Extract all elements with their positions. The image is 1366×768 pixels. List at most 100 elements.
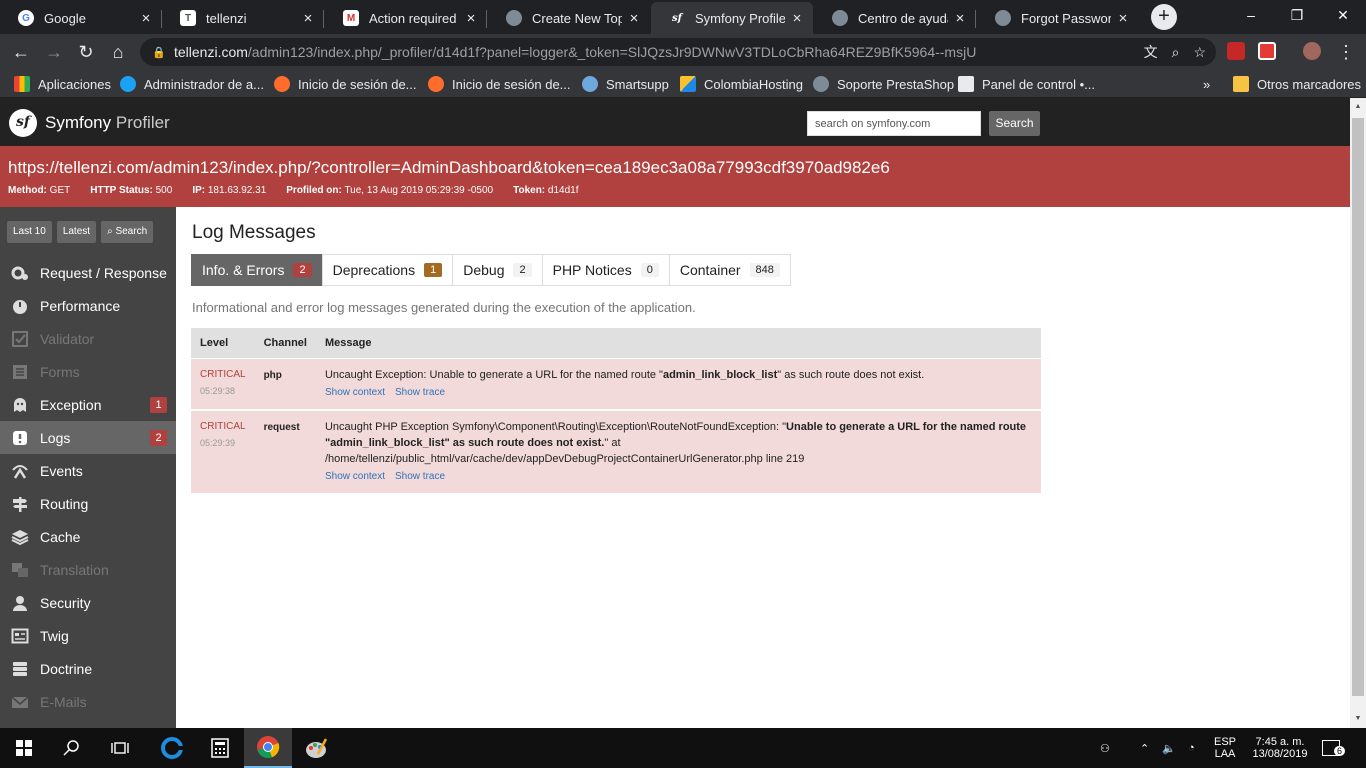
restore-icon[interactable]: ❐ <box>1274 0 1320 30</box>
close-icon[interactable]: × <box>300 10 316 27</box>
paint-icon[interactable] <box>292 728 340 768</box>
sidebar-item-routing[interactable]: Routing <box>0 487 176 520</box>
sidebar-item-translation[interactable]: Translation <box>0 553 176 586</box>
profiler-brand[interactable]: Symfony Profiler <box>45 113 170 133</box>
forward-icon[interactable]: → <box>42 40 66 64</box>
show-context-link[interactable]: Show context <box>325 469 385 485</box>
bookmark-6[interactable]: Soporte PrestaShop <box>813 70 954 98</box>
sidebar-item-logs[interactable]: Logs 2 <box>0 421 176 454</box>
scroll-up-icon[interactable]: ▲ <box>1350 100 1366 114</box>
address-bar[interactable]: 🔒 tellenzi.com/admin123/index.php/_profi… <box>140 38 1216 66</box>
browser-tab-google[interactable]: G Google × <box>0 2 162 34</box>
back-icon[interactable]: ← <box>9 40 33 64</box>
menu-kebab-icon[interactable]: ⋮ <box>1334 40 1358 64</box>
close-icon[interactable]: × <box>463 10 479 27</box>
windows-start-icon[interactable] <box>0 728 48 768</box>
bookmark-1[interactable]: Administrador de a... <box>120 70 264 98</box>
sidebar-item-forms[interactable]: Forms <box>0 355 176 388</box>
browser-tab-gmail[interactable]: M Action required to × <box>325 2 487 34</box>
extension-icon[interactable] <box>1258 42 1276 60</box>
close-icon[interactable]: × <box>1115 10 1131 27</box>
show-context-link[interactable]: Show context <box>325 385 385 401</box>
bookmark-2[interactable]: Inicio de sesión de... <box>274 70 417 98</box>
close-icon[interactable]: × <box>626 10 642 27</box>
log-message: Uncaught Exception: Unable to generate a… <box>324 369 925 381</box>
request-url[interactable]: https://tellenzi.com/admin123/index.php/… <box>8 158 890 178</box>
bookmark-4[interactable]: Smartsupp <box>582 70 669 98</box>
last-10-button[interactable]: Last 10 <box>7 221 52 243</box>
browser-tab-tellenzi[interactable]: T tellenzi × <box>162 2 324 34</box>
chrome-icon[interactable] <box>244 728 292 768</box>
people-icon[interactable]: ⚇ <box>1100 728 1110 768</box>
symfony-search-button[interactable]: Search <box>989 111 1040 136</box>
sidebar-item-performance[interactable]: Performance <box>0 289 176 322</box>
folder-icon <box>1233 76 1249 92</box>
show-trace-link[interactable]: Show trace <box>395 469 445 485</box>
profile-avatar[interactable] <box>1303 42 1321 60</box>
minimize-icon[interactable]: – <box>1228 0 1274 30</box>
other-bookmarks[interactable]: Otros marcadores <box>1233 70 1361 98</box>
sidebar-item-request-response[interactable]: Request / Response <box>0 256 176 289</box>
bookmark-star-icon[interactable]: ☆ <box>1193 44 1206 61</box>
symfony-logo-icon[interactable]: sf <box>9 109 37 137</box>
close-icon[interactable]: × <box>789 10 805 27</box>
sidebar-item-doctrine[interactable]: Doctrine <box>0 652 176 685</box>
show-trace-link[interactable]: Show trace <box>395 385 445 401</box>
count-badge: 2 <box>293 263 312 277</box>
sidebar-item-twig[interactable]: Twig <box>0 619 176 652</box>
close-icon[interactable]: × <box>952 10 968 27</box>
alert-square-icon <box>10 428 30 448</box>
latest-button[interactable]: Latest <box>56 221 97 243</box>
language-indicator[interactable]: ESP LAA <box>1208 728 1242 768</box>
task-view-icon[interactable] <box>96 728 144 768</box>
tab-php-notices[interactable]: PHP Notices 0 <box>541 254 670 286</box>
address-path: /admin123/index.php/_profiler/d14d1f?pan… <box>247 44 977 60</box>
edge-icon[interactable] <box>148 728 196 768</box>
symfony-search-input[interactable]: search on symfony.com <box>807 111 981 136</box>
log-message: Uncaught PHP Exception Symfony\Component… <box>324 421 1027 465</box>
clock[interactable]: 7:45 a. m. 13/08/2019 <box>1248 728 1312 768</box>
sidebar-item-events[interactable]: Events <box>0 454 176 487</box>
tab-container[interactable]: Container 848 <box>668 254 791 286</box>
scrollbar-thumb[interactable] <box>1352 118 1364 696</box>
scroll-down-icon[interactable]: ▼ <box>1350 712 1366 726</box>
tray-chevron-icon[interactable]: ⌃ <box>1140 728 1149 768</box>
profiler-sidebar: Last 10 Latest ⌕ Search Request / Respon… <box>0 207 176 728</box>
sidebar-search-button[interactable]: ⌕ Search <box>101 221 154 243</box>
bookmark-apps[interactable]: Aplicaciones <box>14 70 111 98</box>
sidebar-item-cache[interactable]: Cache <box>0 520 176 553</box>
bookmark-7[interactable]: Panel de control •... <box>958 70 1095 98</box>
network-icon[interactable]: ◔ <box>1188 728 1195 768</box>
browser-tab-symfony-profiler[interactable]: sf Symfony Profiler × <box>651 2 813 34</box>
zoom-icon[interactable]: ⌕ <box>1172 44 1180 61</box>
translate-icon[interactable]: 文 <box>1144 42 1158 62</box>
sidebar-item-validator[interactable]: Validator <box>0 322 176 355</box>
bookmark-5[interactable]: ColombiaHosting <box>680 70 803 98</box>
search-icon: ⌕ <box>107 226 113 237</box>
page-icon <box>958 76 974 92</box>
volume-icon[interactable]: 🔈 <box>1162 728 1176 768</box>
browser-tab-forgot-password[interactable]: Forgot Password × <box>977 2 1139 34</box>
close-icon[interactable]: × <box>138 10 154 27</box>
translation-icon <box>10 560 30 580</box>
page-scrollbar[interactable]: ▲ ▼ <box>1350 98 1366 728</box>
tab-debug[interactable]: Debug 2 <box>452 254 543 286</box>
sidebar-item-emails[interactable]: E-Mails <box>0 685 176 718</box>
tab-deprecations[interactable]: Deprecations 1 <box>321 254 454 286</box>
search-icon[interactable] <box>48 728 96 768</box>
bookmarks-more[interactable]: » <box>1203 70 1210 98</box>
browser-tab-create-topic[interactable]: Create New Topic × <box>488 2 650 34</box>
bookmark-3[interactable]: Inicio de sesión de... <box>428 70 571 98</box>
browser-tab-centro-ayuda[interactable]: Centro de ayuda d × <box>814 2 976 34</box>
new-tab-button[interactable]: + <box>1151 4 1177 30</box>
pdf-extension-icon[interactable] <box>1227 42 1245 60</box>
tab-info-errors[interactable]: Info. & Errors 2 <box>191 254 323 286</box>
sidebar-item-security[interactable]: Security <box>0 586 176 619</box>
calculator-icon[interactable] <box>196 728 244 768</box>
notifications-icon[interactable]: 6 <box>1322 728 1346 768</box>
home-icon[interactable]: ⌂ <box>106 40 130 64</box>
window-close-icon[interactable]: ✕ <box>1320 0 1366 30</box>
prestashop-icon <box>506 10 522 26</box>
sidebar-item-exception[interactable]: Exception 1 <box>0 388 176 421</box>
reload-icon[interactable]: ↻ <box>74 40 98 64</box>
